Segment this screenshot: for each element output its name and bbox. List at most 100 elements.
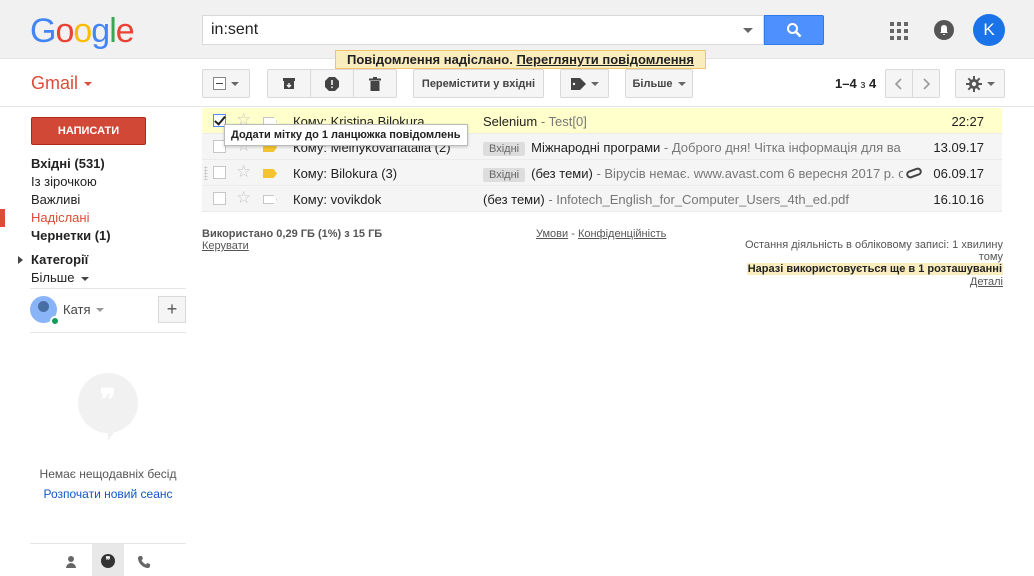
sidebar-item-drafts[interactable]: Чернетки (1) [0,227,186,245]
sidebar-more-label: Більше [31,270,75,285]
importance-marker-icon[interactable] [263,169,277,178]
logo-letter: o [55,12,74,50]
sidebar-item-more[interactable]: Більше [0,269,186,287]
settings-button[interactable] [955,69,1005,98]
row-checkbox[interactable] [213,166,226,179]
next-page-button[interactable] [912,69,940,98]
email-date: 06.09.17 [933,166,984,181]
email-snippet: - Infotech_English_for_Computer_Users_4t… [544,192,849,207]
delete-button[interactable] [353,69,397,98]
search-button[interactable] [764,15,824,45]
search-box [202,15,764,45]
gmail-caret-icon [84,81,93,86]
privacy-link[interactable]: Конфіденційність [578,228,666,240]
email-subject-line: (без теми) - Infotech_English_for_Comput… [483,192,903,207]
start-new-session-link[interactable]: Розпочати новий сеанс [30,487,186,501]
hangouts-quote-icon: ❞ [78,373,138,441]
search-icon [787,23,802,38]
contacts-person-icon[interactable] [61,552,81,572]
manage-storage-link[interactable]: Керувати [202,240,249,252]
google-logo[interactable]: Google [30,12,135,51]
toolbar-divider [0,106,1034,107]
attachment-paperclip-icon [905,166,923,180]
email-subject-line: Вхідні (без теми) - Вірусів немає. www.av… [483,166,903,182]
email-snippet: - Вірусів немає. www.avast.com 6 вересня… [592,166,903,181]
inbox-label-badge[interactable]: Вхідні [483,142,526,156]
hangouts-chat-icon[interactable]: ❞ [92,544,124,576]
phone-icon[interactable] [134,552,154,572]
storage-usage: Використано 0,29 ГБ (1%) з 15 ГБ [202,228,383,240]
page-range-text: 1–4 [835,76,857,91]
email-subject-line: Selenium - Test[0] [483,114,903,129]
gmail-menu[interactable]: Gmail [31,73,93,94]
email-row[interactable]: ☆ Кому: Bilokura (3) Вхідні (без теми) - Ві… [202,160,1002,186]
gear-icon [965,75,982,92]
email-subject: Selenium [483,114,538,129]
more-actions-caret-icon [677,81,686,86]
email-snippet: - Test[0] [537,114,587,129]
sidebar-item-important[interactable]: Важливі [0,191,186,209]
email-recipient: Кому: vovikdok [293,192,382,207]
prev-page-button[interactable] [885,69,913,98]
user-caret-icon[interactable] [96,308,104,312]
hangouts-user[interactable]: Катя + [30,296,186,326]
email-subject-line: Вхідні Міжнародні програми - Доброго дня!… [483,140,903,156]
footer-links: Умови - Конфіденційність [536,228,667,240]
archive-button[interactable] [267,69,311,98]
row-checkbox[interactable] [213,192,226,205]
importance-marker-icon[interactable] [263,195,277,204]
logo-letter: g [91,12,110,50]
account-avatar[interactable]: K [973,14,1005,46]
select-caret-icon [231,81,239,86]
sent-notification: Повідомлення надіслано. Переглянути пові… [335,50,706,69]
categories-label: Категорії [31,252,89,267]
logo-letter: o [73,12,92,50]
move-to-inbox-button[interactable]: Перемістити у вхідні [413,69,544,98]
labels-button[interactable] [560,69,609,98]
view-message-link[interactable]: Переглянути повідомлення [516,52,694,67]
chevron-left-icon [895,77,902,90]
email-row[interactable]: ☆ Кому: vovikdok (без теми) - Infotech_Eng… [202,186,1002,212]
email-date: 16.10.16 [933,192,984,207]
report-spam-button[interactable] [310,69,354,98]
last-activity: Остання діяльність в обліковому записі: … [730,239,1003,263]
select-checkbox-icon [213,77,226,90]
no-recent-chats: Немає нещодавніх бесід [39,467,177,481]
star-icon[interactable]: ☆ [236,163,251,181]
email-subject: (без теми) [483,192,545,207]
activity-details-link[interactable]: Деталі [970,276,1003,288]
terms-link[interactable]: Умови [536,228,568,240]
trash-icon [369,76,381,91]
label-tag-icon [570,77,586,90]
search-options-caret-icon[interactable] [743,28,753,33]
page-range: 1–4 з 4 [835,76,876,91]
logo-letter: G [30,12,56,50]
sidebar-item-starred[interactable]: Із зірочкою [0,173,186,191]
select-all-button[interactable] [202,69,250,98]
email-subject: Міжнародні програми [531,140,661,155]
active-elsewhere: Наразі використовується ще в 1 розташува… [746,263,1003,275]
drag-handle-icon[interactable] [204,166,208,180]
email-snippet: - Доброго дня! Чітка інформація для ва [660,140,901,155]
apps-grid-icon[interactable] [890,22,908,40]
sidebar-nav: Вхідні (531) Із зірочкою Важливі Надісла… [0,155,186,287]
search-input[interactable] [203,16,723,44]
new-conversation-button[interactable]: + [158,296,186,323]
move-to-inbox-label: Перемістити у вхідні [421,77,536,90]
sidebar-item-inbox[interactable]: Вхідні (531) [0,155,186,173]
labels-caret-icon [590,81,599,86]
archive-icon [283,78,295,89]
star-icon[interactable]: ☆ [236,189,251,207]
notification-text: Повідомлення надіслано. [347,52,513,67]
page-of-text: з [860,79,866,91]
email-recipient: Кому: Bilokura (3) [293,166,398,181]
inbox-label-badge[interactable]: Вхідні [483,168,526,182]
compose-button[interactable]: НАПИСАТИ [31,117,146,145]
gmail-label: Gmail [31,73,79,93]
chevron-right-icon [923,77,930,90]
spam-icon [325,76,339,91]
sidebar-item-categories[interactable]: Категорії [0,251,186,269]
notifications-bell-icon[interactable] [934,20,954,40]
more-actions-button[interactable]: Більше [625,69,693,98]
sidebar-item-sent[interactable]: Надіслані [0,209,186,227]
